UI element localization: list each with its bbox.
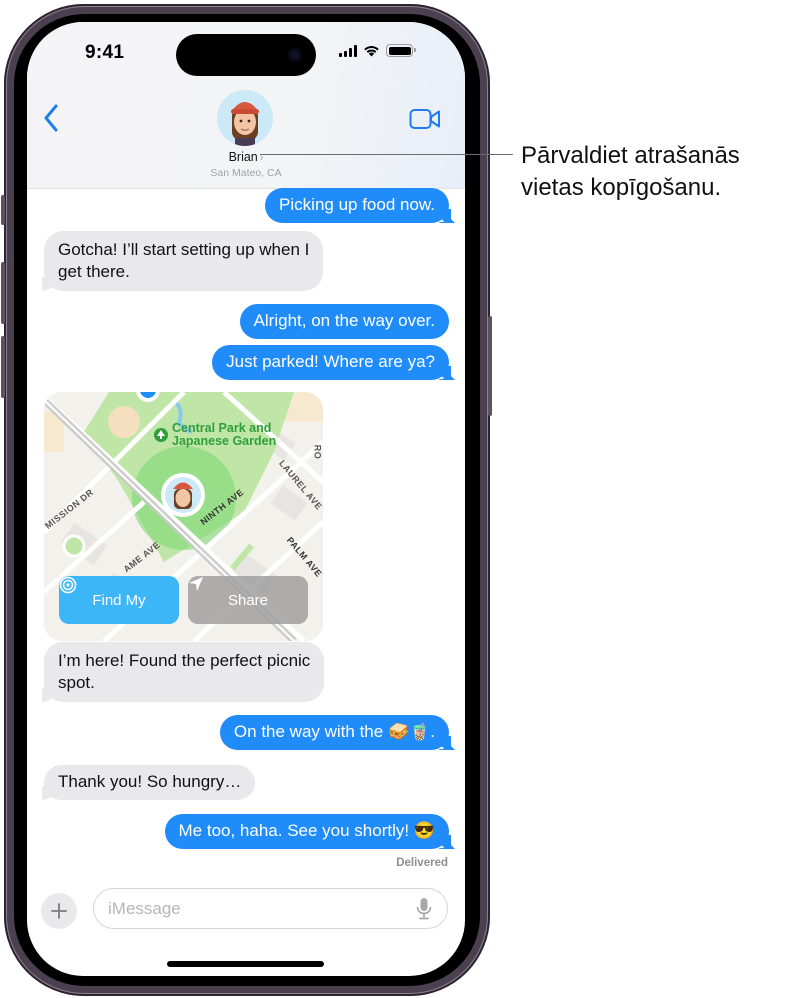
- contact-name: Brian: [228, 150, 258, 164]
- conversation-header: 9:41 Brian › San Mateo, CA: [27, 22, 465, 189]
- location-map-card[interactable]: Central Park and Japanese Garden MISSION…: [44, 392, 323, 641]
- message-text: Me too, haha. See you shortly! 😎: [178, 821, 435, 840]
- delivery-status: Delivered: [396, 857, 448, 869]
- wifi-icon: [364, 46, 379, 57]
- volume-up-button: [1, 262, 5, 324]
- action-button: [1, 195, 5, 225]
- message-text: spot.: [58, 673, 95, 692]
- message-bubble-outgoing[interactable]: On the way with the 🥪🧋.: [219, 715, 452, 750]
- home-indicator[interactable]: [167, 961, 324, 967]
- apps-plus-button[interactable]: [41, 893, 77, 929]
- volume-down-button: [1, 336, 5, 398]
- dynamic-island: [176, 34, 316, 76]
- message-bubble-outgoing[interactable]: Alright, on the way over.: [239, 304, 449, 339]
- map-poi-label: Central Park and Japanese Garden: [172, 422, 276, 448]
- find-my-button[interactable]: Find My: [59, 576, 179, 624]
- poi-name-line: Japanese Garden: [172, 434, 277, 448]
- video-call-icon[interactable]: [409, 108, 441, 130]
- message-bubble-outgoing[interactable]: Just parked! Where are ya?: [212, 345, 451, 380]
- message-text: Alright, on the way over.: [253, 311, 435, 330]
- share-location-button[interactable]: Share: [188, 576, 308, 624]
- contact-name-button[interactable]: Brian ›: [27, 150, 465, 164]
- callout-annotation: Pārvaldiet atrašanās vietas kopīgošanu.: [521, 140, 793, 204]
- share-label: Share: [227, 591, 269, 609]
- memoji-avatar-icon: [231, 102, 259, 146]
- power-button: [488, 316, 492, 416]
- cellular-signal-icon: [339, 44, 357, 57]
- battery-icon: [386, 44, 416, 57]
- message-bubble-outgoing[interactable]: Picking up food now.: [265, 188, 451, 223]
- street-label: RO: [312, 444, 323, 460]
- status-time: 9:41: [85, 42, 125, 63]
- back-chevron-icon[interactable]: [41, 102, 63, 134]
- location-arrow-icon: [189, 577, 203, 591]
- messages-screen: 9:41 Brian › San Mateo, CA Picking up fo…: [27, 22, 465, 976]
- find-my-radar-icon: [59, 576, 77, 594]
- message-text: Thank you! So hungry…: [58, 772, 242, 791]
- message-text: I’m here! Found the perfect picnic: [58, 651, 311, 670]
- message-text: On the way with the 🥪🧋.: [233, 722, 435, 741]
- message-text: Just parked! Where are ya?: [226, 352, 435, 371]
- callout-line: vietas kopīgošanu.: [521, 174, 722, 201]
- message-bubble-outgoing[interactable]: Me too, haha. See you shortly! 😎: [164, 814, 452, 849]
- microphone-icon[interactable]: [414, 896, 434, 922]
- message-bubble-incoming[interactable]: Thank you! So hungry…: [41, 765, 256, 800]
- front-camera: [288, 48, 302, 62]
- callout-leader-line: [260, 154, 513, 155]
- contact-avatar[interactable]: [217, 90, 273, 146]
- message-text: Gotcha! I’ll start setting up when I: [58, 240, 310, 259]
- message-text: get there.: [58, 262, 130, 281]
- message-bubble-incoming[interactable]: Gotcha! I’ll start setting up when I get…: [41, 231, 324, 291]
- imessage-input[interactable]: [93, 888, 448, 929]
- find-my-label: Find My: [92, 591, 146, 609]
- message-bubble-incoming[interactable]: I’m here! Found the perfect picnic spot.: [41, 642, 325, 702]
- plus-icon: [51, 903, 67, 919]
- callout-line: Pārvaldiet atrašanās: [521, 142, 740, 169]
- status-icons: [339, 44, 416, 57]
- contact-location: San Mateo, CA: [210, 167, 282, 179]
- message-text: Picking up food now.: [279, 195, 435, 214]
